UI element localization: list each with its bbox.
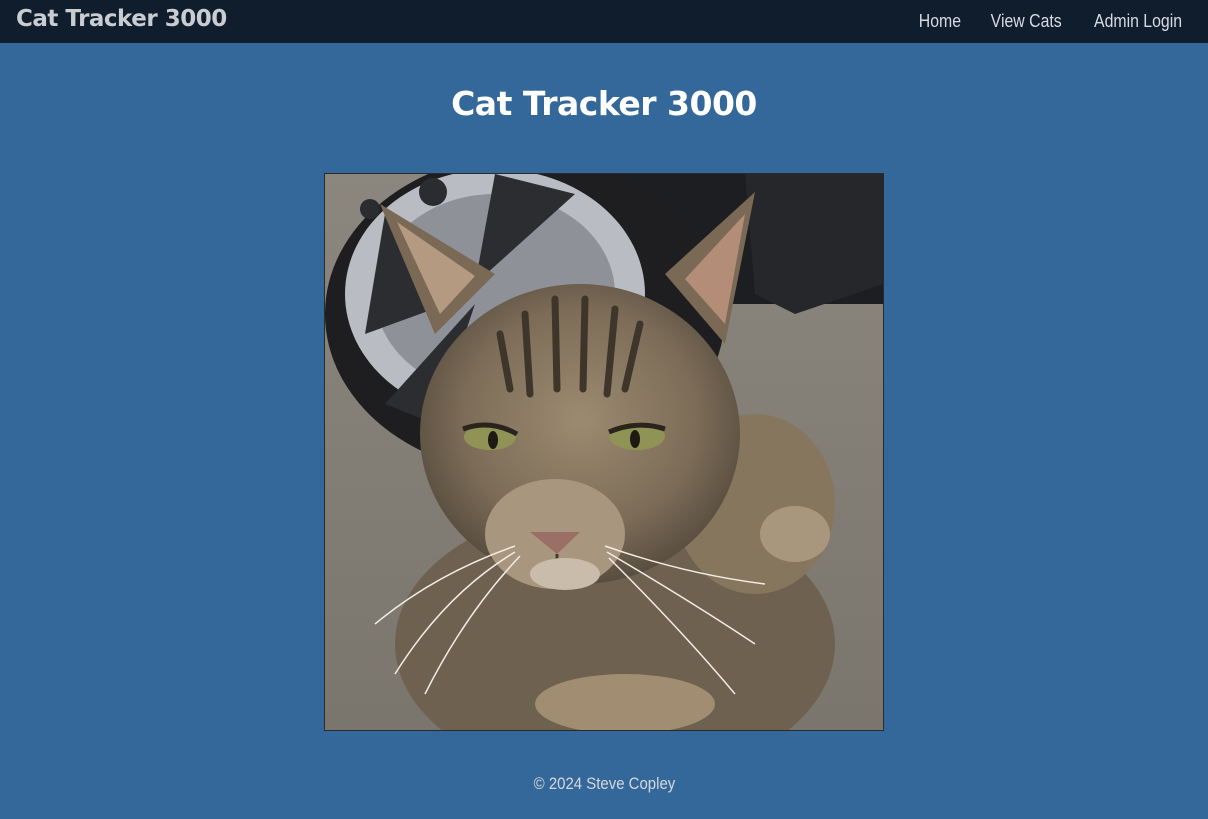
navbar: Cat Tracker 3000 Home View Cats Admin Lo… xyxy=(0,0,1208,43)
brand-link[interactable]: Cat Tracker 3000 xyxy=(16,6,227,32)
footer-copyright: © 2024 Steve Copley xyxy=(533,774,675,793)
page-title: Cat Tracker 3000 xyxy=(451,84,757,123)
nav-link-home[interactable]: Home xyxy=(919,11,961,32)
footer: © 2024 Steve Copley xyxy=(0,774,1208,794)
nav-links: Home View Cats Admin Login xyxy=(913,11,1182,32)
nav-link-admin-login[interactable]: Admin Login xyxy=(1094,11,1182,32)
cat-photo xyxy=(324,173,884,731)
cat-photo-illustration xyxy=(325,174,883,730)
nav-link-view-cats[interactable]: View Cats xyxy=(991,11,1062,32)
